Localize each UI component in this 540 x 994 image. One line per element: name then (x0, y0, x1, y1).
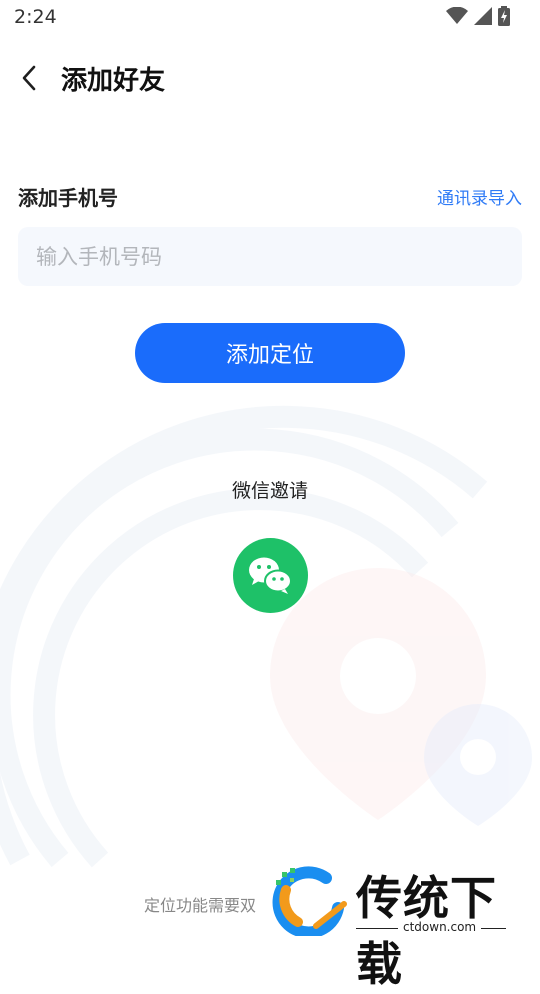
wechat-invite-button[interactable] (233, 538, 308, 613)
add-location-button[interactable]: 添加定位 (135, 323, 405, 383)
watermark-logo (272, 866, 347, 936)
map-pin-decoration-blue (424, 704, 532, 826)
battery-charging-icon (498, 6, 510, 26)
phone-input-container (18, 227, 522, 286)
add-location-button-label: 添加定位 (225, 343, 314, 368)
status-time: 2:24 (14, 6, 57, 28)
wechat-icon (249, 557, 292, 594)
wechat-invite-label: 微信邀请 (231, 480, 308, 502)
cellular-signal-icon (474, 7, 492, 25)
watermark-url: ctdown.com (398, 920, 482, 934)
chevron-left-icon (22, 65, 36, 91)
phone-number-input[interactable] (18, 227, 522, 286)
status-icons (446, 6, 510, 26)
page-title: 添加好友 (61, 66, 166, 96)
contacts-import-link[interactable]: 通讯录导入 (437, 184, 522, 209)
footer-note: 定位功能需要双 (144, 896, 257, 915)
back-button[interactable] (14, 60, 44, 96)
watermark: 传统下载 ctdown.com (262, 852, 540, 991)
wifi-icon (446, 7, 468, 24)
add-phone-label: 添加手机号 (18, 186, 118, 210)
